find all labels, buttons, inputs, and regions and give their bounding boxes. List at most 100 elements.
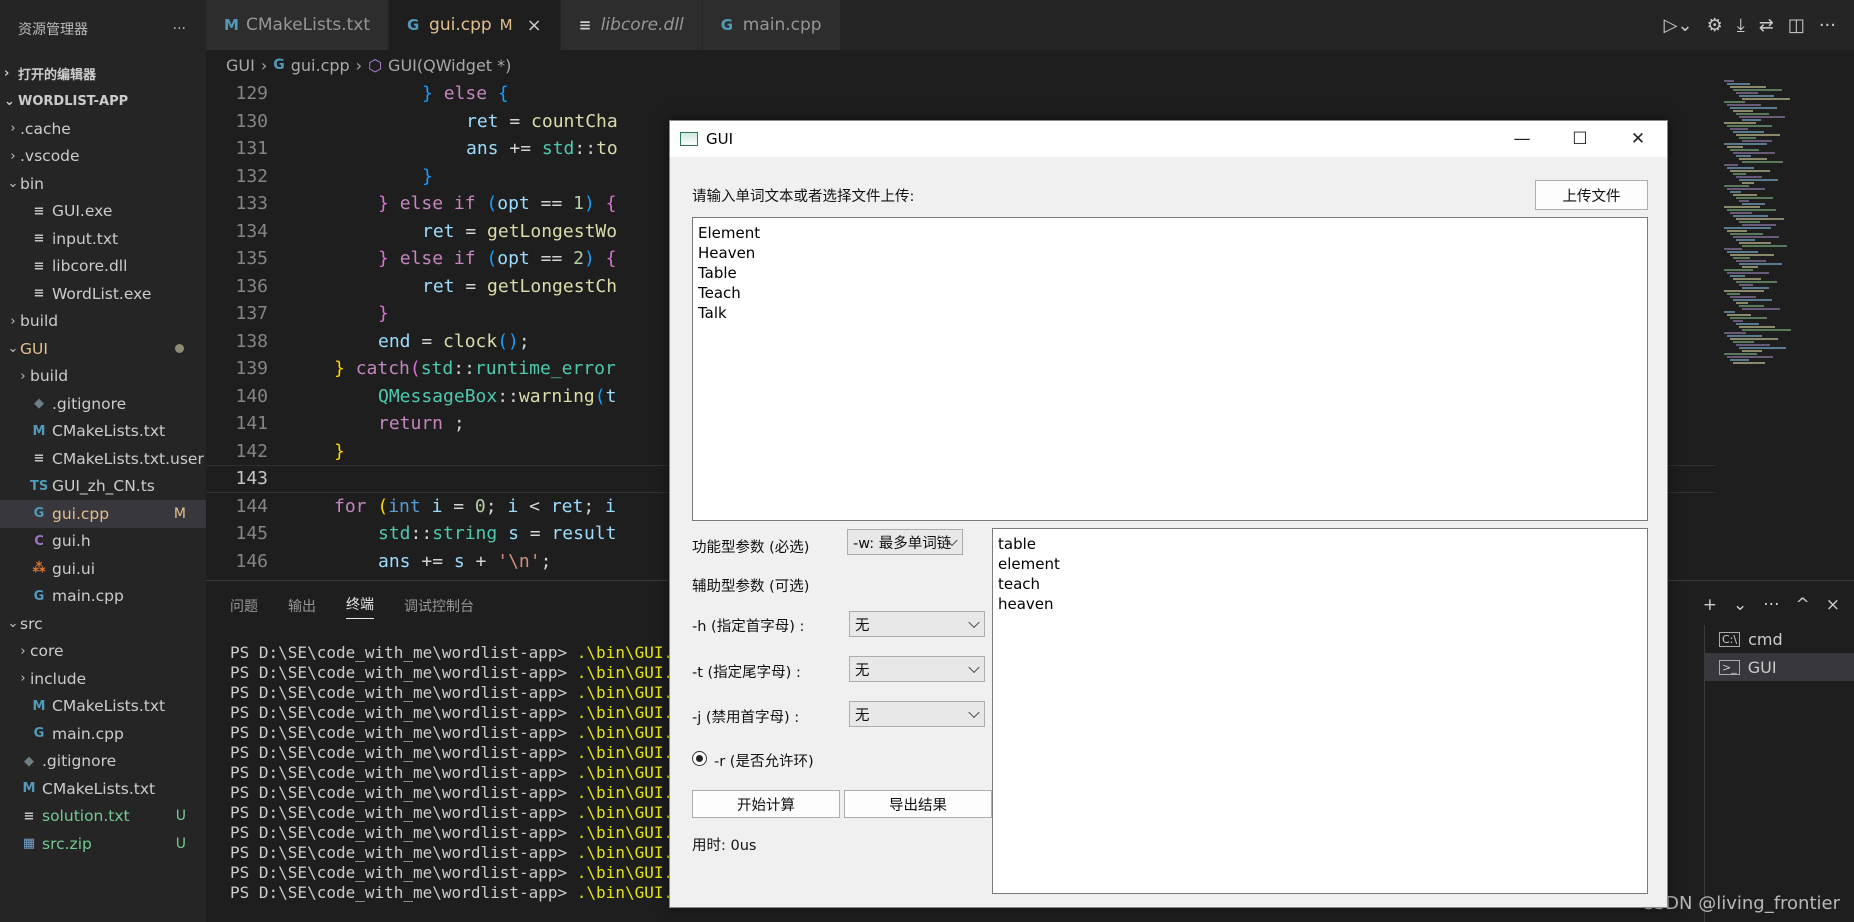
panel-tab[interactable]: 输出 (288, 596, 316, 616)
close-panel-icon[interactable]: × (1826, 595, 1840, 615)
editor-tab[interactable]: Gmain.cpp (702, 0, 841, 50)
terminal-instance[interactable]: C:\ cmd (1705, 625, 1854, 653)
maximize-button[interactable]: ☐ (1551, 121, 1609, 157)
tree-item[interactable]: ≡ CMakeLists.txt.user (0, 445, 206, 473)
line-number: 144 (235, 495, 268, 517)
git-status-badge: U (175, 808, 186, 825)
terminal-instance[interactable]: >_ GUI (1705, 653, 1854, 681)
minimize-button[interactable]: — (1493, 121, 1551, 157)
tree-item[interactable]: M CMakeLists.txt (0, 693, 206, 721)
tree-item[interactable]: ≡ GUI.exe (0, 198, 206, 226)
minimap-line (1724, 206, 1760, 208)
chevron-down-icon[interactable]: ⌄ (1733, 595, 1747, 615)
more-icon[interactable]: ··· (1819, 15, 1836, 36)
tree-item[interactable]: ≡ solution.txt U (0, 803, 206, 831)
tree-item[interactable]: ◆ .gitignore (0, 390, 206, 418)
terminal-prompt: PS D:\SE\code_with_me\wordlist-app> (230, 763, 577, 782)
more-actions-icon[interactable]: ··· (173, 21, 186, 37)
tree-item[interactable]: › include (0, 665, 206, 693)
tree-item[interactable]: TS GUI_zh_CN.ts (0, 473, 206, 501)
tree-item[interactable]: ⌄ src (0, 610, 206, 638)
minimap-line (1733, 299, 1772, 301)
tree-item[interactable]: › .cache (0, 115, 206, 143)
tree-item[interactable]: › .vscode (0, 143, 206, 171)
tree-item[interactable]: ◆ .gitignore (0, 748, 206, 776)
h-option-label: -h (指定首字母) : (692, 619, 805, 635)
tree-item[interactable]: ⌄ GUI (0, 335, 206, 363)
tree-item[interactable]: ≡ input.txt (0, 225, 206, 253)
project-section[interactable]: ⌄ WORDLIST-APP (0, 88, 206, 115)
close-button[interactable]: ✕ (1609, 121, 1667, 157)
j-option-select[interactable]: 无 (849, 701, 985, 727)
tree-item[interactable]: ⌄ bin (0, 170, 206, 198)
upload-file-button[interactable]: 上传文件 (1535, 180, 1648, 210)
split-editor-icon[interactable]: ◫ (1788, 15, 1805, 36)
tree-item[interactable]: Gmain.cpp (0, 720, 206, 748)
run-icon[interactable]: ▷⌄ (1664, 15, 1693, 36)
tree-item[interactable]: ⁂ gui.ui (0, 555, 206, 583)
tree-item[interactable]: ▦ src.zip U (0, 830, 206, 858)
tree-item-label: core (30, 642, 64, 661)
code-line[interactable]: 129} else { (206, 80, 1716, 108)
terminal-prompt: PS D:\SE\code_with_me\wordlist-app> (230, 723, 577, 742)
code-token: i (507, 495, 519, 517)
minimap[interactable] (1716, 80, 1828, 580)
radio-checked-dot (696, 755, 703, 762)
gui-titlebar[interactable]: GUI — ☐ ✕ (670, 121, 1667, 157)
tree-item[interactable]: Cgui.h (0, 528, 206, 556)
code-text: std::string s = result (290, 523, 616, 544)
code-token: ; (443, 413, 465, 435)
word-input-textarea[interactable]: Element Heaven Table Teach Talk (692, 217, 1648, 521)
code-token: i (431, 495, 443, 517)
r-option-radio[interactable] (692, 751, 707, 766)
maximize-panel-icon[interactable]: ^ (1796, 595, 1810, 615)
minimap-line (1733, 362, 1765, 364)
breadcrumb-file[interactable]: gui.cpp (291, 56, 350, 75)
line-number: 143 (235, 468, 268, 490)
gear-icon[interactable]: ⚙ (1707, 15, 1723, 36)
tree-item[interactable]: Gmain.cpp (0, 583, 206, 611)
panel-tab[interactable]: 问题 (230, 596, 258, 616)
new-terminal-icon[interactable]: + (1703, 595, 1717, 615)
func-param-select[interactable]: -w: 最多单词链 (847, 529, 963, 555)
minimap-line (1724, 353, 1757, 355)
tree-item[interactable]: M CMakeLists.txt (0, 418, 206, 446)
panel-tab[interactable]: 终端 (346, 594, 374, 619)
line-number: 142 (235, 440, 268, 462)
line-number: 137 (235, 303, 268, 325)
export-result-button[interactable]: 导出结果 (844, 790, 992, 818)
terminal-icon: >_ (1719, 659, 1740, 675)
download-icon[interactable]: ⤓ (1737, 15, 1745, 36)
breadcrumb-symbol[interactable]: GUI(QWidget *) (388, 56, 511, 75)
code-text: } (290, 166, 433, 187)
editor-tab[interactable]: Ggui.cpp M × (389, 0, 561, 50)
open-editors-section[interactable]: › 打开的编辑器 (0, 58, 206, 88)
start-compute-button[interactable]: 开始计算 (692, 790, 840, 818)
editor-tab[interactable]: M CMakeLists.txt (206, 0, 390, 50)
tree-item[interactable]: ≡ libcore.dll (0, 253, 206, 281)
code-token: } (334, 440, 345, 462)
tree-item[interactable]: › build (0, 363, 206, 391)
close-icon[interactable]: × (527, 15, 542, 36)
breadcrumb-separator: › (260, 55, 268, 75)
editor-actions: ▷⌄ ⚙ ⤓ ⇄ ◫ ··· (1664, 0, 1854, 50)
tree-item[interactable]: › build (0, 308, 206, 336)
tree-item[interactable]: Ggui.cpp M (0, 500, 206, 528)
t-option-select[interactable]: 无 (849, 656, 985, 682)
minimap-line (1724, 311, 1735, 313)
tree-item-label: .gitignore (42, 752, 117, 771)
tree-item[interactable]: ≡ WordList.exe (0, 280, 206, 308)
result-output-textarea[interactable]: table element teach heaven (992, 528, 1648, 894)
panel-tab[interactable]: 调试控制台 (404, 596, 474, 616)
minimap-line (1742, 140, 1772, 142)
h-option-select[interactable]: 无 (849, 611, 985, 637)
tree-item[interactable]: M CMakeLists.txt (0, 775, 206, 803)
breadcrumb-folder[interactable]: GUI (226, 56, 255, 75)
tree-item[interactable]: › core (0, 638, 206, 666)
more-icon[interactable]: ··· (1763, 595, 1779, 615)
editor-tab[interactable]: ≡ libcore.dll (560, 0, 703, 50)
compare-icon[interactable]: ⇄ (1759, 15, 1774, 36)
